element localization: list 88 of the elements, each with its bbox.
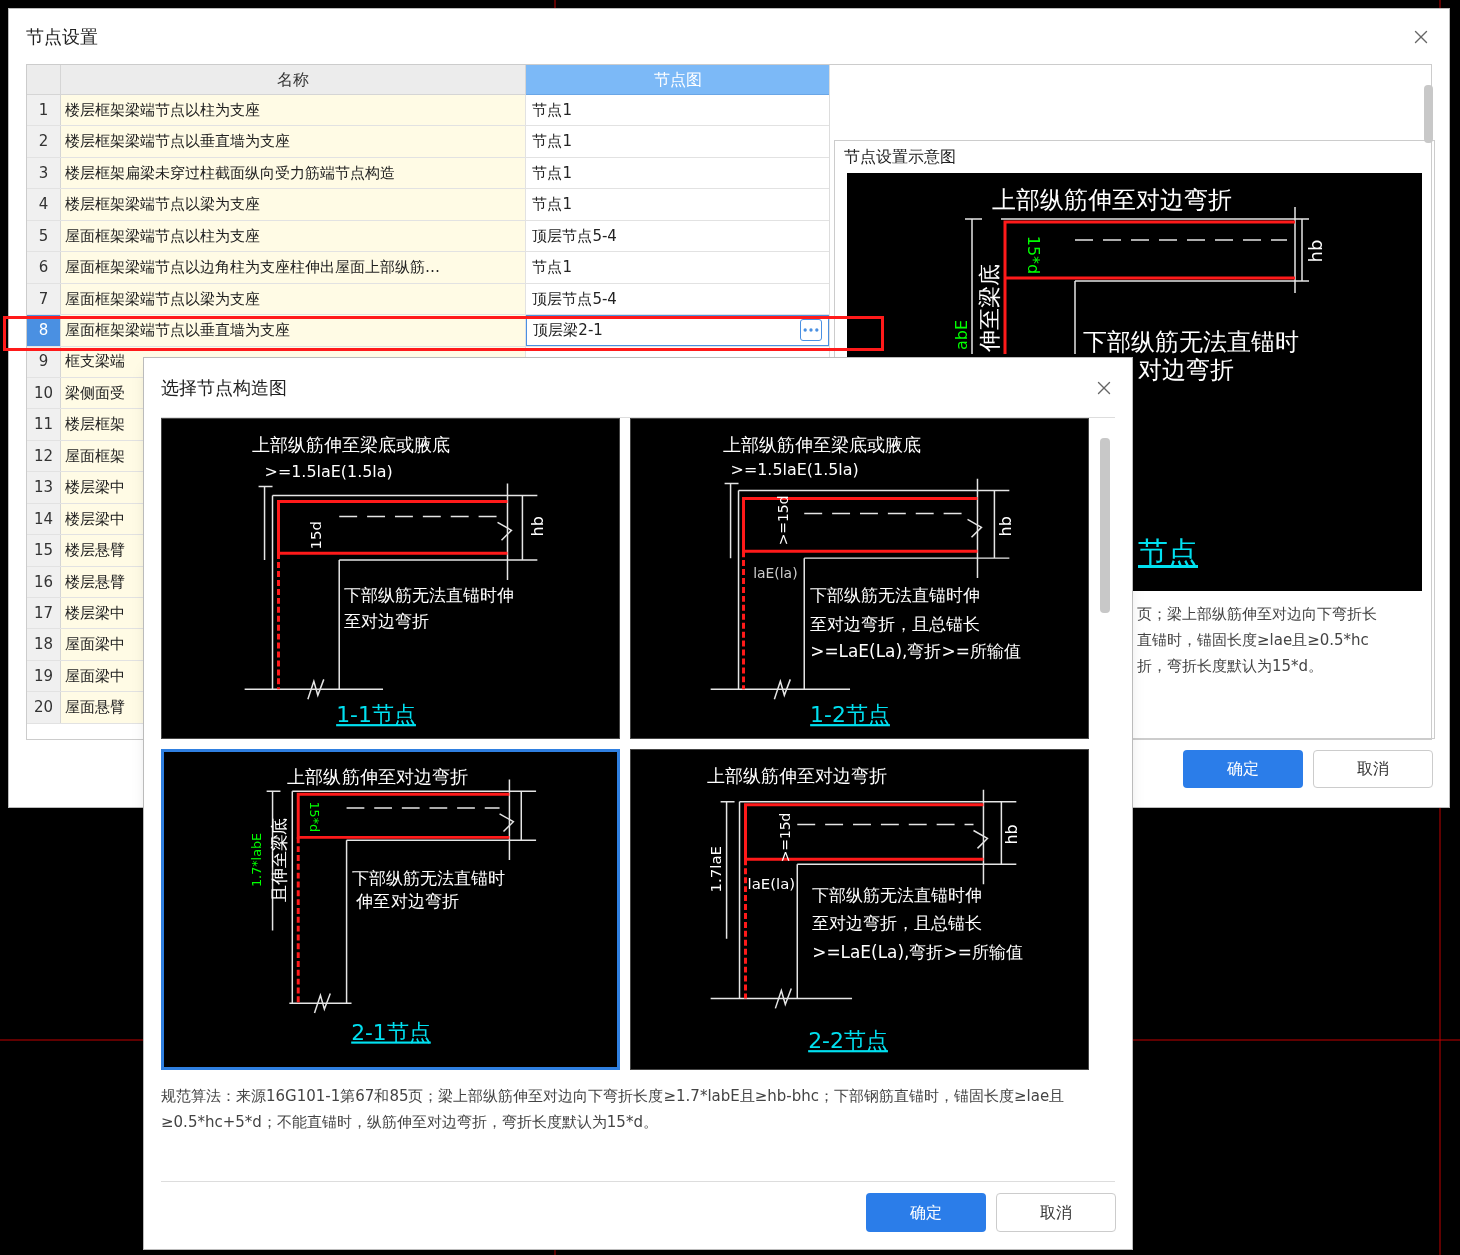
dimension-label: 且伸至梁底	[269, 817, 290, 903]
table-cell-text: 节点1	[531, 257, 573, 279]
row-number[interactable]: 18	[27, 629, 61, 660]
diagram-note: 至对边弯折，且总锚长	[812, 912, 983, 933]
row-number[interactable]: 4	[27, 189, 61, 220]
diagram-note: >=LaE(La),弯折>=所输值	[812, 941, 1023, 962]
row-number[interactable]: 2	[27, 126, 61, 157]
row-number[interactable]: 10	[27, 377, 61, 409]
dimension-label: laE(la)	[747, 875, 796, 894]
node-diagram-option[interactable]: 上部纵筋伸至对边弯折 下部纵筋无法直锚时伸 至对边弯折，且总锚长 >=LaE(La),弯折>=所输值 1.7laE >=15d laE(la) hb 2-2节点	[630, 749, 1089, 1070]
diagram-heading: 上部纵筋伸至对边弯折	[287, 767, 468, 788]
diagram-caption[interactable]: 1-2节点	[810, 702, 890, 728]
diagram-caption[interactable]: 2-2节点	[808, 1028, 888, 1054]
row-number[interactable]: 1	[27, 95, 61, 126]
table-cell-text: 节点1	[531, 162, 573, 184]
description-text: 规范算法：来源16G101-1第67和85页；梁上部纵筋伸至对边向下弯折长度≥1.7*labE且≥hb-bhc；下部钢筋直锚时，锚固长度≥lae且≥0.5*hc+5*d；不能直锚时，纵筋伸至对边弯折，弯折长度默认为15*d。	[161, 1086, 1066, 1133]
dimension-label: >=15d	[777, 812, 794, 863]
node-field[interactable]: 顶层梁2-1	[526, 315, 829, 346]
diagram-note: 下部纵筋无法直锚时伸	[810, 584, 981, 605]
node-diagram-option[interactable]: 上部纵筋伸至梁底或腋底 >=1.5laE(1.5la) 下部纵筋无法直锚时伸 至对边弯折 15d hb 1-1节点	[161, 418, 620, 739]
dimension-label: >=15d	[775, 495, 792, 546]
row-number[interactable]: 17	[27, 598, 61, 629]
table-cell: 楼层框架扁梁未穿过柱截面纵向受力筋端节点构造	[60, 157, 527, 189]
row-number[interactable]: 14	[27, 503, 61, 535]
row-number[interactable]: 11	[27, 409, 61, 440]
table-cell-text: 节点1	[531, 194, 573, 216]
row-number[interactable]: 7	[27, 283, 61, 315]
dimension-label: hb	[996, 516, 1016, 537]
confirm-button[interactable]: 确定	[1183, 750, 1303, 788]
row-number[interactable]: 6	[27, 252, 61, 283]
preview-label: abE	[952, 319, 971, 351]
dimension-label: hb	[1002, 824, 1022, 845]
preview-label: 对边弯折	[1138, 356, 1234, 384]
column-header[interactable]: 名称	[60, 65, 527, 95]
row-number[interactable]: 3	[27, 157, 61, 189]
diagram-note: 至对边弯折	[344, 610, 430, 631]
node-diagram-option[interactable]: 上部纵筋伸至梁底或腋底 >=1.5laE(1.5la) 下部纵筋无法直锚时伸 至对边弯折，且总锚长 >=LaE(La),弯折>=所输值 >=15d hb laE(la) 1-2节点	[630, 418, 1089, 739]
table-cell: 楼层框架梁端节点以柱为支座	[60, 95, 527, 126]
diagram-note: 下部纵筋无法直锚时	[351, 868, 505, 889]
diagram-note: 下部纵筋无法直锚时伸	[812, 885, 983, 906]
description-text: 页；梁上部纵筋伸至对边向下弯折长	[1137, 604, 1378, 625]
window-title: 选择节点构造图	[161, 376, 287, 400]
cancel-button[interactable]: 取消	[1313, 750, 1433, 788]
diagram-note: >=LaE(La),弯折>=所输值	[810, 641, 1021, 662]
table-cell-text: 顶层节点5-4	[531, 225, 618, 247]
confirm-button[interactable]: 确定	[866, 1193, 986, 1232]
diagram-note: 至对边弯折，且总锚长	[810, 613, 981, 634]
dimension-label: laE(la)	[753, 565, 798, 581]
table-cell: 屋面框架梁端节点以垂直墙为支座	[60, 315, 527, 346]
row-number[interactable]: 5	[27, 220, 61, 252]
table-cell-text: 顶层节点5-4	[531, 288, 618, 310]
cancel-button[interactable]: 取消	[996, 1193, 1116, 1232]
scrollbar-thumb[interactable]	[1424, 85, 1433, 143]
table-cell: 屋面框架梁端节点以边角柱为支座柱伸出屋面上部纵筋…	[60, 252, 527, 283]
description-text: 折，弯折长度默认为15*d。	[1137, 656, 1325, 677]
row-number[interactable]: 16	[27, 566, 61, 597]
table-cell: 屋面框架梁端节点以梁为支座	[60, 283, 527, 315]
dimension-label: 1.7*labE	[248, 832, 264, 887]
preview-label: 伸至梁底	[977, 264, 1002, 352]
more-icon[interactable]	[800, 319, 822, 342]
diagram-formula: >=1.5laE(1.5la)	[730, 459, 859, 479]
diagram-note: 伸至对边弯折	[356, 891, 459, 912]
diagram-caption[interactable]: 2-1节点	[351, 1019, 431, 1045]
table-cell: 楼层框架梁端节点以梁为支座	[60, 189, 527, 220]
table-cell: 楼层框架梁端节点以垂直墙为支座	[60, 126, 527, 157]
description-text: 直锚时，锚固长度≥lae且≥0.5*hc	[1137, 630, 1370, 651]
preview-label: hb	[1305, 239, 1326, 263]
table-cell-text: 节点1	[531, 99, 573, 121]
row-number[interactable]: 19	[27, 660, 61, 692]
row-number[interactable]: 12	[27, 440, 61, 472]
preview-label: 节点	[1138, 535, 1198, 570]
dimension-label: hb	[528, 516, 548, 537]
panel-title: 节点设置示意图	[844, 146, 956, 168]
preview-label: 15*d	[1024, 235, 1043, 275]
dimension-label: 1.7laE	[706, 846, 725, 893]
scrollbar-thumb[interactable]	[1100, 438, 1110, 613]
preview-label: 下部纵筋无法直锚时	[1083, 328, 1299, 356]
table-cell: 屋面框架梁端节点以柱为支座	[60, 220, 527, 252]
row-number[interactable]: 13	[27, 472, 61, 503]
row-number[interactable]: 15	[27, 535, 61, 566]
dimension-label: 15*d	[307, 801, 323, 833]
diagram-heading: 上部纵筋伸至对边弯折	[706, 764, 887, 786]
preview-label: 上部纵筋伸至对边弯折	[992, 186, 1232, 214]
window-title: 节点设置	[26, 25, 98, 49]
row-number[interactable]: 20	[27, 692, 61, 723]
node-diagram-option[interactable]: 上部纵筋伸至对边弯折 下部纵筋无法直锚时 伸至对边弯折 1.7*labE 且伸至梁底 15*d 2-1节点	[161, 749, 620, 1070]
diagram-heading: 上部纵筋伸至梁底或腋底	[722, 433, 921, 455]
table-cell-text: 节点1	[531, 131, 573, 153]
